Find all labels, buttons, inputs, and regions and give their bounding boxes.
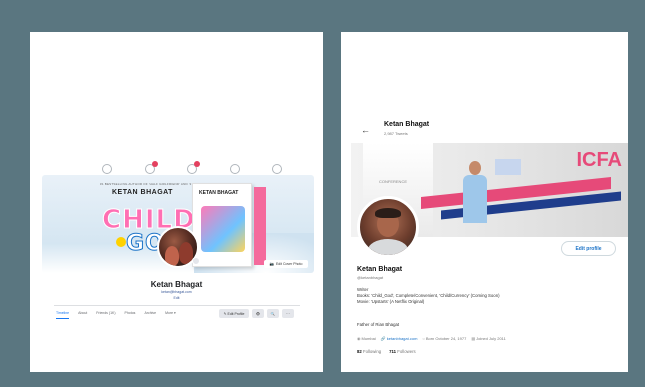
more-options-button[interactable]: ··· bbox=[282, 309, 294, 318]
banner-logo bbox=[495, 159, 521, 175]
edit-bio-link[interactable]: Edit bbox=[30, 296, 323, 300]
location-text: Mumbai bbox=[361, 336, 376, 341]
location-item: ◉ Mumbai bbox=[357, 336, 376, 341]
back-arrow-icon[interactable]: ← bbox=[361, 125, 370, 135]
messages-icon[interactable] bbox=[187, 161, 200, 174]
profile-actions: ✎ Edit Profile 👁 🔍 ··· bbox=[219, 309, 294, 318]
profile-email[interactable]: ketan@bhagat.com bbox=[30, 290, 323, 294]
book-spine bbox=[254, 187, 266, 265]
cover-book-title: KETAN BHAGAT bbox=[112, 189, 173, 196]
edit-profile-button[interactable]: Edit profile bbox=[561, 241, 616, 256]
groups-icon[interactable] bbox=[229, 164, 240, 174]
edit-cover-label: Edit Cover Photo bbox=[275, 262, 303, 266]
profile-handle: @ketanbhagat bbox=[357, 275, 384, 280]
edit-cover-photo-button[interactable]: 📷 Edit Cover Photo bbox=[264, 260, 308, 268]
following-label: Following bbox=[362, 349, 382, 354]
friends-icon[interactable] bbox=[144, 161, 158, 174]
joined-text: Joined July 2011 bbox=[476, 336, 506, 341]
camera-icon: 📷 bbox=[269, 262, 274, 266]
book-cover-image: KETAN BHAGAT bbox=[192, 183, 252, 267]
profile-bio: Writer Books: 'Child_God', Complete/Conv… bbox=[357, 287, 500, 305]
joined-item: ▦ Joined July 2011 bbox=[471, 336, 506, 341]
avatar-figure bbox=[165, 246, 179, 266]
notifications-icon[interactable] bbox=[272, 164, 282, 174]
facebook-nav-bar bbox=[102, 161, 282, 176]
notification-badge bbox=[194, 161, 200, 167]
avatar-figure bbox=[179, 242, 193, 264]
bio-father-line: Father of Rian Bhagat bbox=[357, 322, 400, 327]
location-pin-icon: ◉ bbox=[357, 336, 361, 341]
facebook-profile-card: #1 BESTSELLING AUTHOR OF 'HALF GIRLFRIEN… bbox=[30, 32, 323, 372]
followers-link[interactable]: 711 Followers bbox=[389, 349, 416, 354]
bio-line: Movie: 'Upstarts' (A Netflix Original) bbox=[357, 299, 425, 304]
profile-name: Ketan Bhagat bbox=[357, 266, 403, 273]
speaker-head bbox=[469, 161, 481, 175]
view-as-button[interactable]: 👁 bbox=[252, 309, 264, 318]
born-item: ○ Born October 24, 1977 bbox=[422, 336, 466, 341]
followers-count: 711 bbox=[389, 349, 397, 354]
profile-avatar[interactable] bbox=[357, 196, 419, 258]
profile-meta: ◉ Mumbai 🔗 ketanbhagat.com ○ Born October 2… bbox=[357, 336, 506, 341]
follow-stats: 82 Following 711 Followers bbox=[357, 349, 416, 354]
profile-tabs: Timeline About Friends (1K) Photos Archi… bbox=[56, 311, 176, 319]
calendar-icon: ▦ bbox=[471, 336, 476, 341]
tab-archive[interactable]: Archive bbox=[144, 311, 156, 319]
avatar-shirt bbox=[368, 239, 408, 255]
website-link[interactable]: ketanbhagat.com bbox=[387, 336, 418, 341]
tab-about[interactable]: About bbox=[78, 311, 87, 319]
banner-speaker-figure bbox=[461, 161, 489, 237]
tab-timeline[interactable]: Timeline bbox=[56, 311, 70, 319]
book-cover-title: KETAN BHAGAT bbox=[199, 190, 239, 196]
avatar-hair bbox=[375, 208, 401, 218]
tab-photos[interactable]: Photos bbox=[125, 311, 136, 319]
camera-icon[interactable] bbox=[192, 257, 200, 265]
speaker-body bbox=[463, 175, 487, 223]
website-item[interactable]: 🔗 ketanbhagat.com bbox=[381, 336, 418, 341]
tweet-count: 2,987 Tweets bbox=[384, 131, 408, 136]
banner-standee-text: CONFERENCE bbox=[379, 179, 408, 184]
born-text: Born October 24, 1977 bbox=[425, 336, 467, 341]
twitter-profile-card: ← Ketan Bhagat 2,987 Tweets CONFERENCE I… bbox=[341, 32, 628, 372]
balloon-icon: ○ bbox=[422, 336, 425, 341]
search-button[interactable]: 🔍 bbox=[267, 309, 279, 318]
followers-label: Followers bbox=[397, 349, 416, 354]
notification-badge bbox=[151, 161, 158, 167]
header-profile-name: Ketan Bhagat bbox=[384, 121, 430, 128]
profile-name: Ketan Bhagat bbox=[150, 280, 203, 289]
edit-profile-button[interactable]: ✎ Edit Profile bbox=[219, 309, 249, 318]
link-icon: 🔗 bbox=[380, 336, 386, 341]
tab-more[interactable]: More ▾ bbox=[165, 311, 176, 319]
following-count: 82 bbox=[357, 349, 362, 354]
following-link[interactable]: 82 Following bbox=[357, 349, 381, 354]
divider bbox=[54, 305, 300, 306]
tab-friends[interactable]: Friends (1K) bbox=[96, 311, 115, 319]
cover-tagline: #1 BESTSELLING AUTHOR OF 'HALF GIRLFRIEN… bbox=[100, 182, 206, 186]
banner-brand-text: ICFA bbox=[576, 149, 622, 171]
home-icon[interactable] bbox=[102, 164, 112, 174]
cover-decoration bbox=[116, 237, 126, 247]
book-cover-art bbox=[201, 206, 245, 252]
